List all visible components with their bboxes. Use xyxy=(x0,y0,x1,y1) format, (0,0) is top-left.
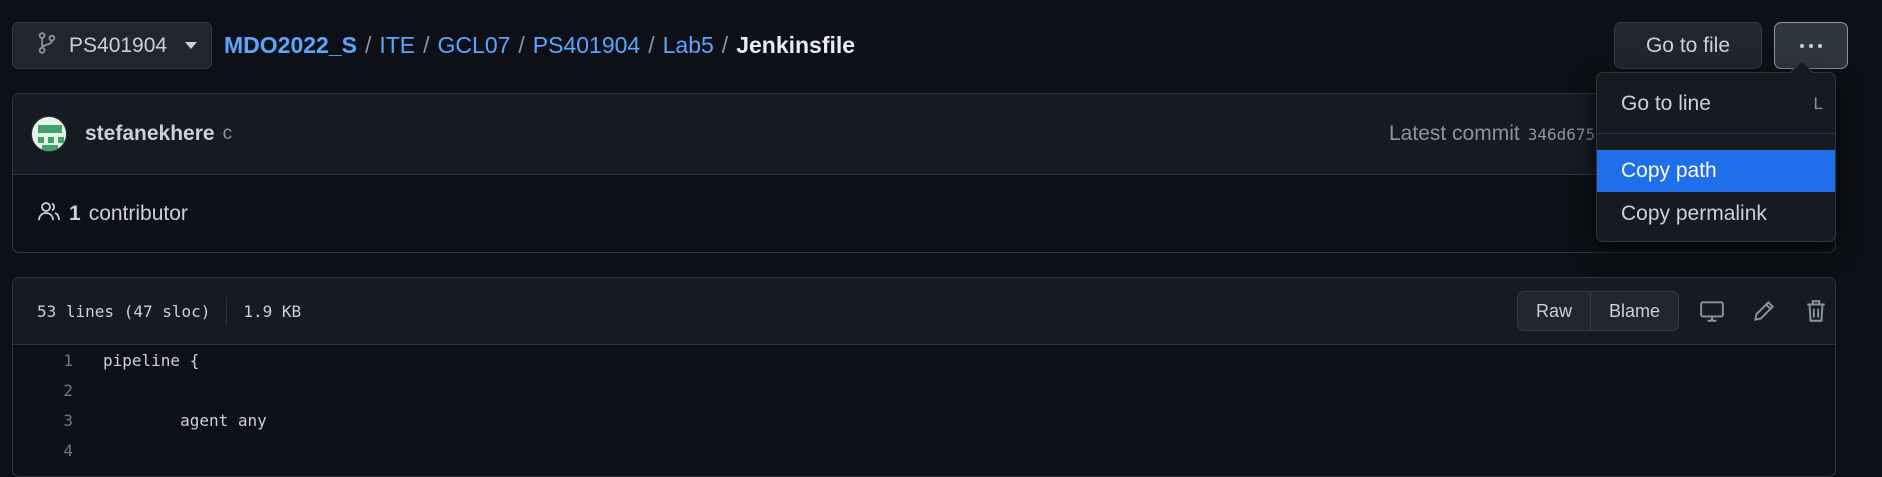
chevron-down-icon xyxy=(185,42,198,49)
breadcrumb-item[interactable]: Lab5 xyxy=(663,32,714,59)
people-icon xyxy=(37,200,61,228)
contributors-row[interactable]: 1 contributor xyxy=(13,175,1835,253)
divider xyxy=(226,297,228,325)
line-content: pipeline { xyxy=(103,350,200,370)
trash-icon[interactable] xyxy=(1803,298,1829,324)
code-line: 3 agent any xyxy=(13,405,1835,435)
raw-button[interactable]: Raw xyxy=(1518,292,1590,330)
breadcrumb-separator: / xyxy=(423,32,430,58)
code-line: 2 xyxy=(13,375,1835,405)
menu-item-copy-path[interactable]: Copy path xyxy=(1597,150,1835,192)
code-line: 1 pipeline { xyxy=(13,345,1835,375)
breadcrumb-current-file: Jenkinsfile xyxy=(736,32,856,58)
menu-item-label: Copy permalink xyxy=(1621,202,1767,225)
breadcrumb: MDO2022_S / ITE / GCL07 / PS401904 / Lab… xyxy=(224,22,855,69)
git-branch-icon xyxy=(37,31,57,60)
breadcrumb-separator: / xyxy=(648,32,655,58)
more-options-button[interactable] xyxy=(1774,22,1848,69)
menu-item-label: Go to line xyxy=(1621,92,1711,115)
kebab-icon xyxy=(1800,43,1804,48)
breadcrumb-item[interactable]: PS401904 xyxy=(533,32,640,59)
breadcrumb-separator: / xyxy=(721,32,729,58)
branch-select-button[interactable]: PS401904 xyxy=(12,22,212,69)
commit-author[interactable]: stefanekhere xyxy=(85,122,215,146)
file-header: 53 lines (47 sloc) 1.9 KB Raw Blame xyxy=(13,278,1835,345)
breadcrumb-item[interactable]: ITE xyxy=(379,32,415,59)
breadcrumb-separator: / xyxy=(364,32,372,58)
menu-item-label: Copy path xyxy=(1621,159,1717,182)
line-number[interactable]: 4 xyxy=(13,441,73,460)
menu-item-copy-permalink[interactable]: Copy permalink xyxy=(1597,193,1835,235)
file-size: 1.9 KB xyxy=(243,301,302,321)
menu-item-go-to-line[interactable]: Go to line L xyxy=(1597,83,1835,125)
line-content: agent any xyxy=(103,410,267,430)
breadcrumb-item[interactable]: GCL07 xyxy=(438,32,511,59)
line-number[interactable]: 1 xyxy=(13,351,73,370)
more-options-menu: Go to line L Copy path Copy permalink xyxy=(1596,72,1836,242)
commit-sha[interactable]: 346d675 xyxy=(1528,125,1595,144)
file-lines-info: 53 lines (47 sloc) xyxy=(37,301,211,321)
menu-divider xyxy=(1597,133,1835,134)
breadcrumb-repo[interactable]: MDO2022_S xyxy=(224,32,357,59)
latest-commit-row: stefanekhere c Latest commit 346d675 2 xyxy=(13,94,1835,175)
line-number[interactable]: 2 xyxy=(13,381,73,400)
branch-name: PS401904 xyxy=(69,33,168,57)
latest-commit-label: Latest commit xyxy=(1389,122,1520,145)
desktop-icon[interactable] xyxy=(1699,298,1725,324)
file-viewer: 53 lines (47 sloc) 1.9 KB Raw Blame 1 pi… xyxy=(12,277,1836,477)
contributor-label: contributor xyxy=(88,202,188,225)
keyboard-shortcut: L xyxy=(1813,94,1823,113)
file-actions-group: Raw Blame xyxy=(1517,291,1680,331)
pencil-icon[interactable] xyxy=(1751,298,1777,324)
blame-button[interactable]: Blame xyxy=(1590,292,1678,330)
commit-info-box: stefanekhere c Latest commit 346d675 2 1… xyxy=(12,93,1836,253)
avatar[interactable] xyxy=(31,116,67,152)
line-number[interactable]: 3 xyxy=(13,411,73,430)
go-to-file-button[interactable]: Go to file xyxy=(1614,22,1762,69)
code-view: 1 pipeline { 2 3 agent any 4 xyxy=(13,345,1835,465)
contributor-count: 1 xyxy=(69,202,81,225)
commit-message[interactable]: c xyxy=(223,123,233,145)
file-navigation: PS401904 MDO2022_S / ITE / GCL07 / PS401… xyxy=(12,22,1882,69)
code-line: 4 xyxy=(13,435,1835,465)
latest-commit: Latest commit 346d675 2 xyxy=(1389,122,1615,146)
breadcrumb-separator: / xyxy=(518,32,525,58)
